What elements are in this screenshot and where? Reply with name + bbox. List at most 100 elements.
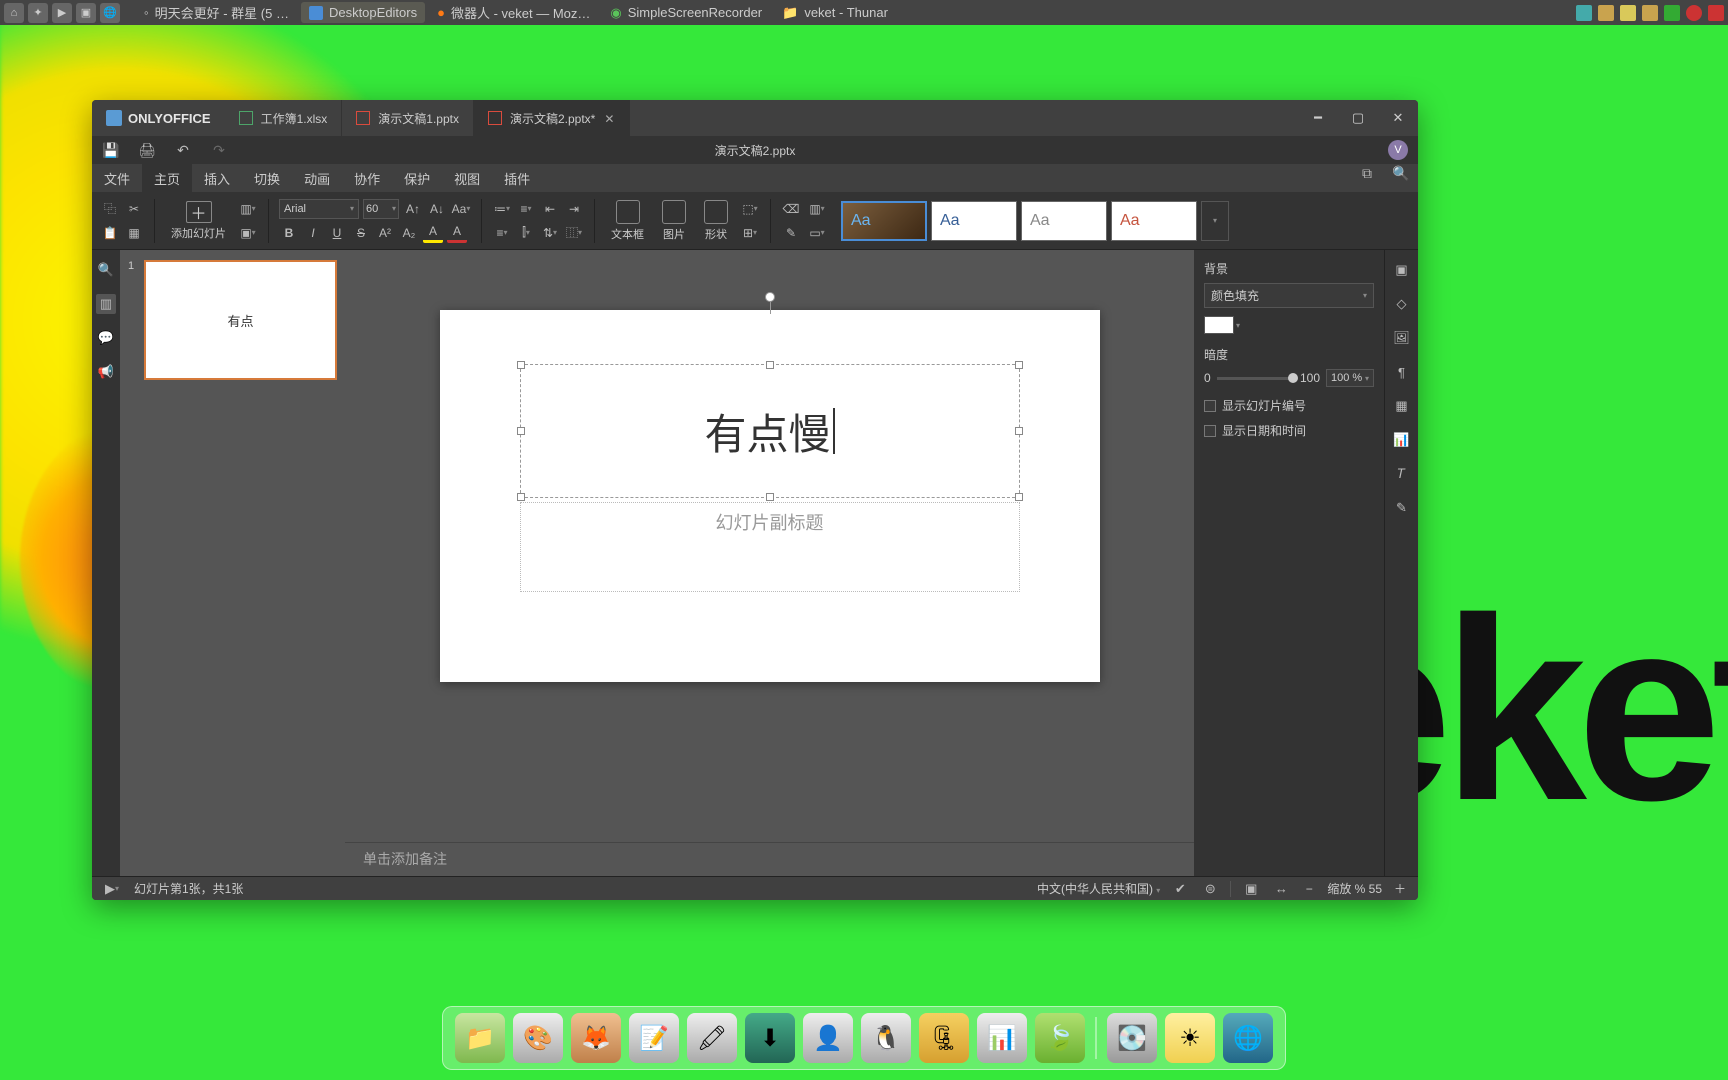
window-minimize-button[interactable]: ━ (1298, 100, 1338, 136)
paragraph-settings-icon[interactable]: ¶ (1392, 362, 1412, 382)
window-maximize-button[interactable]: ▢ (1338, 100, 1378, 136)
clear-format-icon[interactable]: ⌫ (781, 199, 801, 219)
theme-thumb[interactable]: Aa (931, 201, 1017, 241)
layout-icon[interactable]: ▥▾ (238, 199, 258, 219)
dock-user-icon[interactable]: 👤 (803, 1013, 853, 1063)
align-objects-icon[interactable]: ⊞▾ (740, 223, 760, 243)
fit-slide-icon[interactable]: ▣ (1241, 879, 1261, 899)
bold-icon[interactable]: B (279, 223, 299, 243)
document-tab[interactable]: 演示文稿2.pptx* ✕ (474, 100, 630, 136)
notes-pane[interactable]: 单击添加备注 (345, 842, 1194, 876)
tray-launcher-icon[interactable]: ⌂ (4, 3, 24, 23)
shape-settings-icon[interactable]: ◇ (1392, 294, 1412, 314)
font-color-icon[interactable]: A (447, 223, 467, 243)
image-settings-icon[interactable]: 🖼 (1392, 328, 1412, 348)
tray-icon[interactable] (1708, 5, 1724, 21)
resize-handle[interactable] (517, 493, 525, 501)
doclang-icon[interactable]: ⊜ (1200, 879, 1220, 899)
zoom-level[interactable]: 缩放 % 55 (1327, 880, 1382, 897)
close-icon[interactable]: ✕ (603, 112, 615, 124)
theme-gallery-expand[interactable]: ▾ (1201, 201, 1229, 241)
fill-type-select[interactable]: 颜色填充▾ (1204, 283, 1374, 308)
show-slide-num-checkbox[interactable]: 显示幻灯片编号 (1204, 397, 1374, 414)
resize-handle[interactable] (517, 427, 525, 435)
tray-icon[interactable] (1664, 5, 1680, 21)
arrange-icon[interactable]: ⬚▾ (740, 199, 760, 219)
dock-paint-icon[interactable]: 🎨 (513, 1013, 563, 1063)
save-icon[interactable]: 💾 (102, 141, 120, 159)
theme-thumb[interactable]: Aa (841, 201, 927, 241)
slides-icon[interactable]: ▥ (96, 294, 116, 314)
tray-icon[interactable] (1620, 5, 1636, 21)
undo-icon[interactable]: ↶ (174, 141, 192, 159)
dock-office-icon[interactable]: 📊 (977, 1013, 1027, 1063)
dock-fox-icon[interactable]: 🦊 (571, 1013, 621, 1063)
checkbox-icon[interactable] (1204, 425, 1216, 437)
dock-notepad-icon[interactable]: 📝 (629, 1013, 679, 1063)
tray-icon[interactable] (1642, 5, 1658, 21)
search-icon[interactable]: 🔍 (1384, 164, 1418, 182)
window-close-button[interactable]: ✕ (1378, 100, 1418, 136)
image-button[interactable]: 图片 (656, 200, 692, 242)
tray-icon[interactable]: ✦ (28, 3, 48, 23)
color-scheme-icon[interactable]: ▥▾ (807, 199, 827, 219)
menu-animation[interactable]: 动画 (292, 164, 342, 192)
user-avatar[interactable]: V (1388, 140, 1408, 160)
menu-insert[interactable]: 插入 (192, 164, 242, 192)
fit-width-icon[interactable]: ↔ (1271, 879, 1291, 899)
subscript-icon[interactable]: A₂ (399, 223, 419, 243)
menu-collab[interactable]: 协作 (342, 164, 392, 192)
show-datetime-checkbox[interactable]: 显示日期和时间 (1204, 422, 1374, 439)
select-all-icon[interactable]: ▦ (124, 223, 144, 243)
tray-icon[interactable]: ▣ (76, 3, 96, 23)
menu-view[interactable]: 视图 (442, 164, 492, 192)
taskbar-task[interactable]: ◉ SimpleScreenRecorder (602, 2, 770, 23)
opacity-slider[interactable] (1217, 377, 1294, 380)
taskbar-task[interactable]: 📁 veket - Thunar (774, 2, 896, 23)
slider-thumb[interactable] (1288, 373, 1298, 383)
italic-icon[interactable]: I (303, 223, 323, 243)
taskbar-task[interactable]: ● 微器人 - veket — Moz… (429, 2, 598, 23)
shape-button[interactable]: 形状 (698, 200, 734, 242)
rotate-handle[interactable] (765, 292, 775, 302)
tray-icon[interactable]: 🌐 (100, 3, 120, 23)
title-textbox[interactable]: 有点慢 (520, 364, 1020, 498)
feedback-icon[interactable]: 📢 (96, 362, 116, 382)
cut-icon[interactable]: ✂ (124, 199, 144, 219)
line-spacing-icon[interactable]: ⇅▾ (540, 223, 560, 243)
dock-globe-icon[interactable]: 🌐 (1223, 1013, 1273, 1063)
underline-icon[interactable]: U (327, 223, 347, 243)
tray-icon[interactable]: ▶ (52, 3, 72, 23)
resize-handle[interactable] (766, 493, 774, 501)
fill-color-swatch[interactable] (1204, 316, 1234, 334)
menu-protect[interactable]: 保护 (392, 164, 442, 192)
align-v-icon[interactable]: ⫿▾ (516, 223, 536, 243)
bullets-icon[interactable]: ≔▾ (492, 199, 512, 219)
outdent-icon[interactable]: ⇤ (540, 199, 560, 219)
resize-handle[interactable] (1015, 361, 1023, 369)
paste-icon[interactable]: 📋 (100, 223, 120, 243)
strikethrough-icon[interactable]: S (351, 223, 371, 243)
add-slide-button[interactable]: ＋ 添加幻灯片 (165, 201, 232, 241)
menu-plugins[interactable]: 插件 (492, 164, 542, 192)
indent-icon[interactable]: ⇥ (564, 199, 584, 219)
taskbar-task[interactable]: ◦ 明天会更好 - 群星 (5 … (136, 2, 297, 23)
menu-transition[interactable]: 切换 (242, 164, 292, 192)
numbering-icon[interactable]: ≡▾ (516, 199, 536, 219)
subtitle-textbox[interactable]: 幻灯片副标题 (520, 502, 1020, 592)
checkbox-icon[interactable] (1204, 400, 1216, 412)
theme-thumb[interactable]: Aa (1111, 201, 1197, 241)
slide-props-icon[interactable]: ▣▾ (238, 223, 258, 243)
copy-style-icon[interactable]: ✎ (781, 223, 801, 243)
slide-settings-icon[interactable]: ▣ (1392, 260, 1412, 280)
resize-handle[interactable] (517, 361, 525, 369)
resize-handle[interactable] (766, 361, 774, 369)
textart-settings-icon[interactable]: 𝑇 (1392, 464, 1412, 484)
font-family-select[interactable]: Arial▾ (279, 199, 359, 219)
chevron-down-icon[interactable]: ▾ (1236, 321, 1240, 330)
tray-icon[interactable] (1576, 5, 1592, 21)
dock-files-icon[interactable]: 📁 (455, 1013, 505, 1063)
dock-brightness-icon[interactable]: ☀ (1165, 1013, 1215, 1063)
zoom-out-button[interactable]: − (1301, 881, 1317, 897)
theme-thumb[interactable]: Aa (1021, 201, 1107, 241)
